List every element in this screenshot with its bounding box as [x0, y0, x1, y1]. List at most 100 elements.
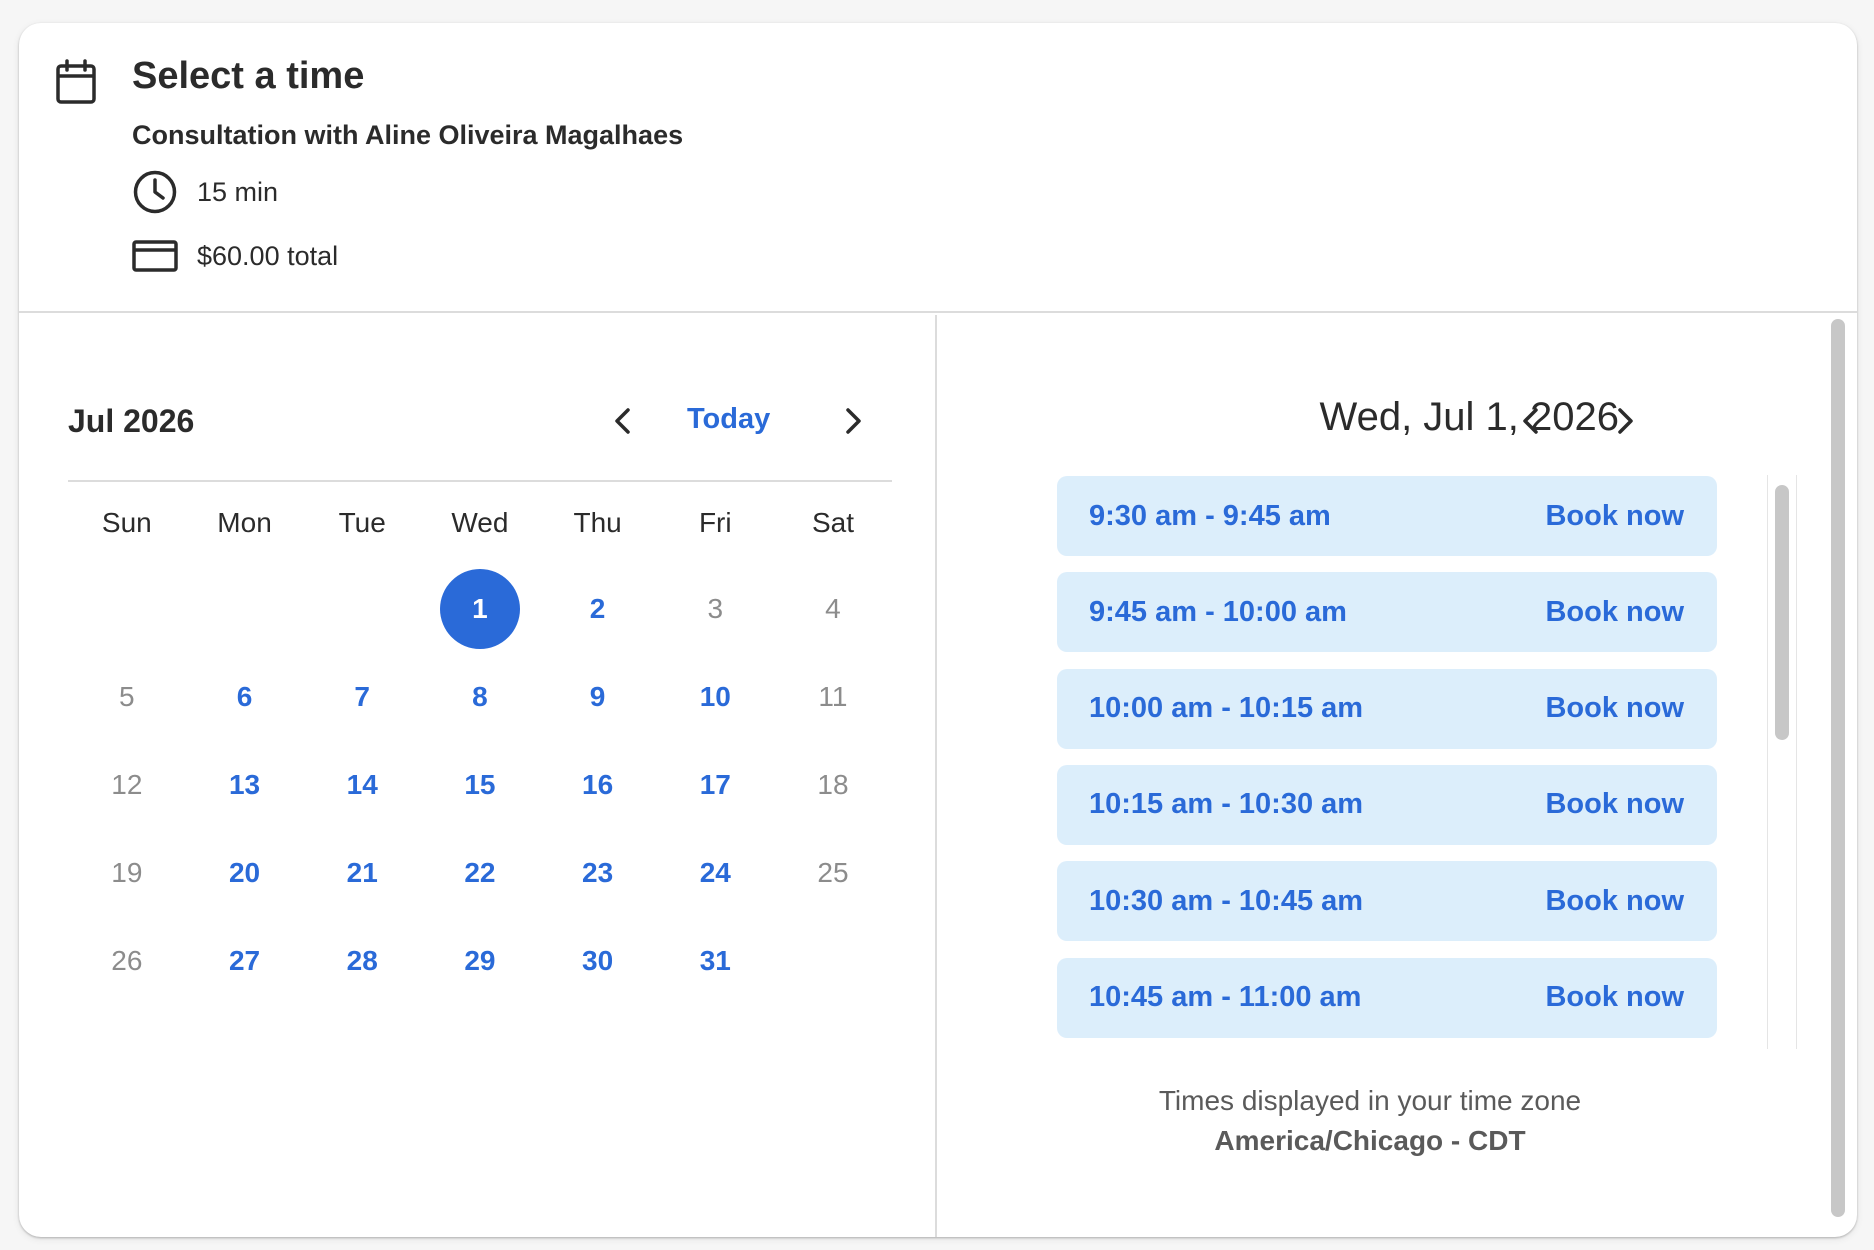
calendar-pane: Jul 2026 Today Sun Mon Tue Wed Thu Fri S… [19, 315, 937, 1237]
calendar-day-25: 25 [774, 829, 892, 917]
booking-header: Select a time Consultation with Aline Ol… [19, 23, 1857, 313]
calendar-day-24[interactable]: 24 [656, 829, 774, 917]
calendar-day-27[interactable]: 27 [186, 917, 304, 1005]
calendar-day-number: 25 [817, 857, 849, 888]
calendar-day-11: 11 [774, 653, 892, 741]
calendar-week-row: 1 2 3 4 [68, 565, 892, 653]
calendar-day-number: 4 [825, 593, 841, 624]
calendar-day-empty [68, 565, 186, 653]
price-text: $60.00 total [197, 240, 339, 271]
calendar-day-6[interactable]: 6 [186, 653, 304, 741]
book-now-button[interactable]: Book now [1545, 981, 1684, 1014]
calendar-day-5: 5 [68, 653, 186, 741]
calendar-day-28[interactable]: 28 [303, 917, 421, 1005]
time-slot-range: 9:45 am - 10:00 am [1089, 595, 1347, 628]
prev-day-button[interactable] [1507, 397, 1555, 445]
calendar-day-19: 19 [68, 829, 186, 917]
calendar-week-row: 12 13 14 15 16 17 18 [68, 741, 892, 829]
chevron-left-icon [1523, 408, 1538, 434]
time-slot-range: 10:45 am - 11:00 am [1089, 981, 1362, 1013]
calendar-divider [68, 480, 892, 482]
calendar-day-number [87, 569, 167, 649]
calendar-day-number: 3 [707, 593, 724, 624]
next-month-button[interactable] [829, 397, 877, 445]
calendar-day-16[interactable]: 16 [539, 741, 657, 829]
calendar-day-18: 18 [774, 741, 892, 829]
price-row: $60.00 total [132, 233, 338, 279]
book-now-button[interactable]: Book now [1545, 692, 1684, 725]
calendar-day-empty [303, 565, 421, 653]
calendar-day-30[interactable]: 30 [539, 917, 657, 1005]
weekday-label: Tue [338, 507, 386, 538]
book-now-button[interactable]: Book now [1545, 500, 1684, 533]
prev-month-button[interactable] [599, 397, 647, 445]
calendar-day-13[interactable]: 13 [186, 741, 304, 829]
weekday-header: Sun Mon Tue Wed Thu Fri Sat [68, 493, 892, 553]
time-slot-range: 10:15 am - 10:30 am [1089, 788, 1364, 821]
booking-card: Select a time Consultation with Aline Ol… [19, 23, 1857, 1237]
book-now-button[interactable]: Book now [1545, 788, 1684, 821]
calendar-icon [56, 59, 96, 104]
calendar-day-15[interactable]: 15 [421, 741, 539, 829]
time-slot[interactable]: 10:30 am - 10:45 am Book now [1057, 861, 1717, 942]
book-now-button[interactable]: Book now [1545, 596, 1684, 629]
time-slot-range: 10:30 am - 10:45 am [1089, 884, 1364, 917]
calendar-day-number: 18 [817, 769, 849, 800]
time-slot[interactable]: 9:45 am - 10:00 am Book now [1057, 572, 1717, 653]
time-slot[interactable]: 10:45 am - 11:00 am Book now [1057, 957, 1717, 1038]
calendar-day-29[interactable]: 29 [421, 917, 539, 1005]
calendar-day-number: 11 [818, 681, 848, 712]
calendar-day-22[interactable]: 22 [421, 829, 539, 917]
calendar-day-4: 4 [774, 565, 892, 653]
calendar-day-21[interactable]: 21 [303, 829, 421, 917]
page-title: Select a time [132, 55, 365, 97]
time-slot[interactable]: 9:30 am - 9:45 am Book now [1057, 476, 1717, 556]
calendar-grid: 1 2 3 4 5 6 7 8 9 10 11 12 13 14 15 16 17 18 19 20 21 22 23 24 2… [68, 565, 892, 1005]
calendar-day-number: 8 [472, 681, 488, 712]
calendar-day-7[interactable]: 7 [303, 653, 421, 741]
calendar-day-14[interactable]: 14 [303, 741, 421, 829]
calendar-day-23[interactable]: 23 [539, 829, 657, 917]
time-slot[interactable]: 10:15 am - 10:30 am Book now [1057, 764, 1717, 845]
calendar-day-31[interactable]: 31 [656, 917, 774, 1005]
calendar-day-3: 3 [656, 565, 774, 653]
duration-text: 15 min [197, 176, 279, 207]
calendar-day-10[interactable]: 10 [656, 653, 774, 741]
calendar-day-9[interactable]: 9 [539, 653, 657, 741]
calendar-day-number: 15 [464, 769, 496, 800]
calendar-day-8[interactable]: 8 [421, 653, 539, 741]
calendar-day-number: 24 [699, 857, 731, 888]
calendar-day-17[interactable]: 17 [656, 741, 774, 829]
calendar-day-number: 10 [699, 681, 731, 712]
page-scrollbar-thumb[interactable] [1831, 319, 1845, 1217]
calendar-day-number: 12 [111, 769, 143, 800]
time-slot-range: 9:30 am - 9:45 am [1089, 499, 1331, 532]
month-label: Jul 2026 [68, 403, 195, 439]
calendar-day-1[interactable]: 1 [421, 565, 539, 653]
calendar-week-row: 26 27 28 29 30 31 [68, 917, 892, 1005]
calendar-day-number: 28 [346, 945, 378, 976]
time-slot[interactable]: 10:00 am - 10:15 am Book now [1057, 668, 1717, 749]
today-button[interactable]: Today [687, 403, 770, 436]
time-slot-list: 9:30 am - 9:45 am Book now 9:45 am - 10:00… [939, 473, 1801, 1048]
calendar-day-number: 2 [589, 593, 606, 624]
calendar-day-number: 30 [582, 945, 614, 976]
calendar-day-number [205, 569, 285, 649]
calendar-day-2[interactable]: 2 [539, 565, 657, 653]
weekday-label: Sun [101, 507, 152, 538]
calendar-day-number: 27 [228, 945, 261, 976]
calendar-day-number: 6 [236, 681, 253, 712]
chevron-left-icon [615, 408, 630, 434]
weekday-label: Wed [451, 507, 509, 538]
slot-list-scrollbar-thumb[interactable] [1775, 485, 1789, 740]
next-day-button[interactable] [1601, 397, 1649, 445]
calendar-day-number: 31 [699, 945, 731, 976]
weekday-label: Mon [217, 507, 272, 538]
calendar-week-row: 19 20 21 22 23 24 25 [68, 829, 892, 917]
chevron-right-icon [1618, 408, 1633, 434]
times-pane: Wed, Jul 1, 2026 9:30 am - 9:45 am Book n… [939, 315, 1857, 1237]
calendar-day-12: 12 [68, 741, 186, 829]
book-now-button[interactable]: Book now [1545, 885, 1684, 918]
calendar-day-20[interactable]: 20 [186, 829, 304, 917]
calendar-week-row: 5 6 7 8 9 10 11 [68, 653, 892, 741]
